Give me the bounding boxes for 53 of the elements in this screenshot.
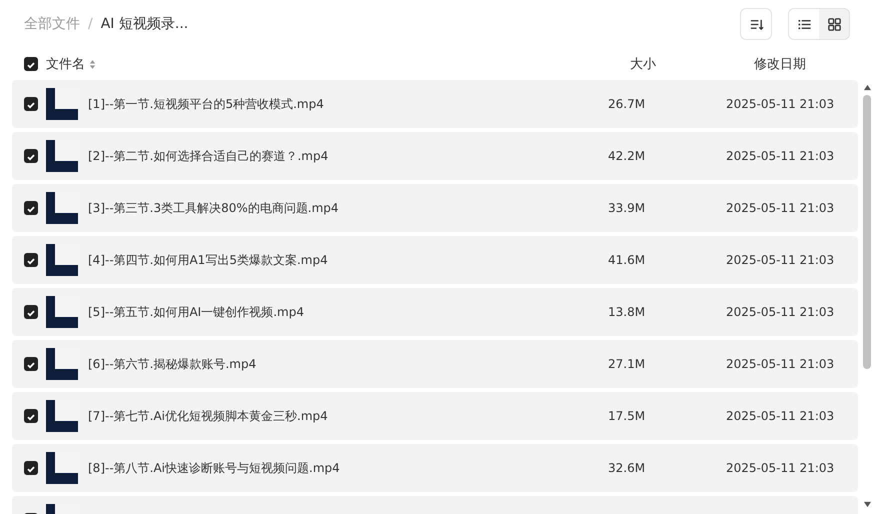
modified-date: 2025-05-11 21:03: [726, 97, 836, 111]
checkbox[interactable]: [24, 149, 38, 163]
scroll-down-icon[interactable]: [862, 501, 872, 508]
breadcrumb-separator: /: [88, 16, 93, 32]
column-header[interactable]: 大小: [630, 55, 754, 73]
file-name: [2]--第二节.如何选择合适自己的赛道？.mp4: [88, 148, 330, 164]
modified-date: 2025-05-11 21:03: [726, 409, 836, 423]
checkbox[interactable]: [24, 305, 38, 319]
file-name: [4]--第四节.如何用A1写出5类爆款文案.mp4: [88, 252, 329, 268]
modified-date: 2025-05-11 21:03: [726, 461, 836, 475]
file-name: [7]--第七节.Ai优化短视频脚本黄金三秒.mp4: [88, 408, 329, 424]
modified-date: 2025-05-11 21:03: [726, 357, 836, 371]
column-header[interactable]: 文件名: [46, 55, 85, 73]
grid-view-icon: [826, 16, 842, 32]
file-row[interactable]: [7]--第七节.Ai优化短视频脚本黄金三秒.mp4 17.5M 2025-05-11 21:03: [12, 392, 858, 440]
file-row[interactable]: [2]--第二节.如何选择合适自己的赛道？.mp4 42.2M 2025-05-11 21:03: [12, 132, 858, 180]
file-name: [6]--第六节.揭秘爆款账号.mp4: [88, 356, 258, 372]
checkbox[interactable]: [24, 201, 38, 215]
checkbox[interactable]: [24, 409, 38, 423]
file-size: 13.8M: [608, 305, 646, 319]
scroll-up-icon[interactable]: [862, 84, 872, 91]
checkbox[interactable]: [24, 97, 38, 111]
modified-date: 2025-05-11 21:03: [726, 253, 836, 267]
sort-arrows-icon[interactable]: [89, 58, 96, 70]
file-size: 27.1M: [608, 357, 646, 371]
checkbox[interactable]: [24, 461, 38, 475]
column-header[interactable]: 修改日期: [754, 55, 850, 73]
file-name: [1]--第一节.短视频平台的5种营收模式.mp4: [88, 96, 325, 112]
file-row[interactable]: [6]--第六节.揭秘爆款账号.mp4 27.1M 2025-05-11 21:03: [12, 340, 858, 388]
file-name: [5]--第五节.如何用AI一键创作视频.mp4: [88, 304, 305, 320]
file-size: 32.6M: [608, 461, 646, 475]
checkbox[interactable]: [24, 357, 38, 371]
checkbox[interactable]: [24, 253, 38, 267]
file-row[interactable]: [8]--第八节.Ai快速诊断账号与短视频问题.mp4 32.6M 2025-05-11 21:03: [12, 444, 858, 492]
file-row[interactable]: [5]--第五节.如何用AI一键创作视频.mp4 13.8M 2025-05-11 21:03: [12, 288, 858, 336]
file-size: 17.5M: [608, 409, 646, 423]
list-view-button[interactable]: [789, 9, 819, 39]
sort-button[interactable]: [740, 8, 772, 40]
file-name: [3]--第三节.3类工具解决80%的电商问题.mp4: [88, 200, 340, 216]
file-size: 41.6M: [608, 253, 646, 267]
file-row[interactable]: [4]--第四节.如何用A1写出5类爆款文案.mp4 41.6M 2025-05-11 21:03: [12, 236, 858, 284]
scrollbar-thumb[interactable]: [863, 95, 871, 369]
modified-date: 2025-05-11 21:03: [726, 149, 836, 163]
file-size: 26.7M: [608, 97, 646, 111]
checkbox[interactable]: [24, 57, 38, 71]
file-row[interactable]: [1]--第一节.短视频平台的5种营收模式.mp4 26.7M 2025-05-11 21:03: [12, 80, 858, 128]
file-size: 42.2M: [608, 149, 646, 163]
modified-date: 2025-05-11 21:03: [726, 305, 836, 319]
file-size: 33.9M: [608, 201, 646, 215]
file-name: [8]--第八节.Ai快速诊断账号与短视频问题.mp4: [88, 460, 341, 476]
file-row[interactable]: [3]--第三节.3类工具解决80%的电商问题.mp4 33.9M 2025-05-11 21:03: [12, 184, 858, 232]
modified-date: 2025-05-11 21:03: [726, 201, 836, 215]
breadcrumb-link[interactable]: AI 短视频录...: [100, 15, 188, 33]
